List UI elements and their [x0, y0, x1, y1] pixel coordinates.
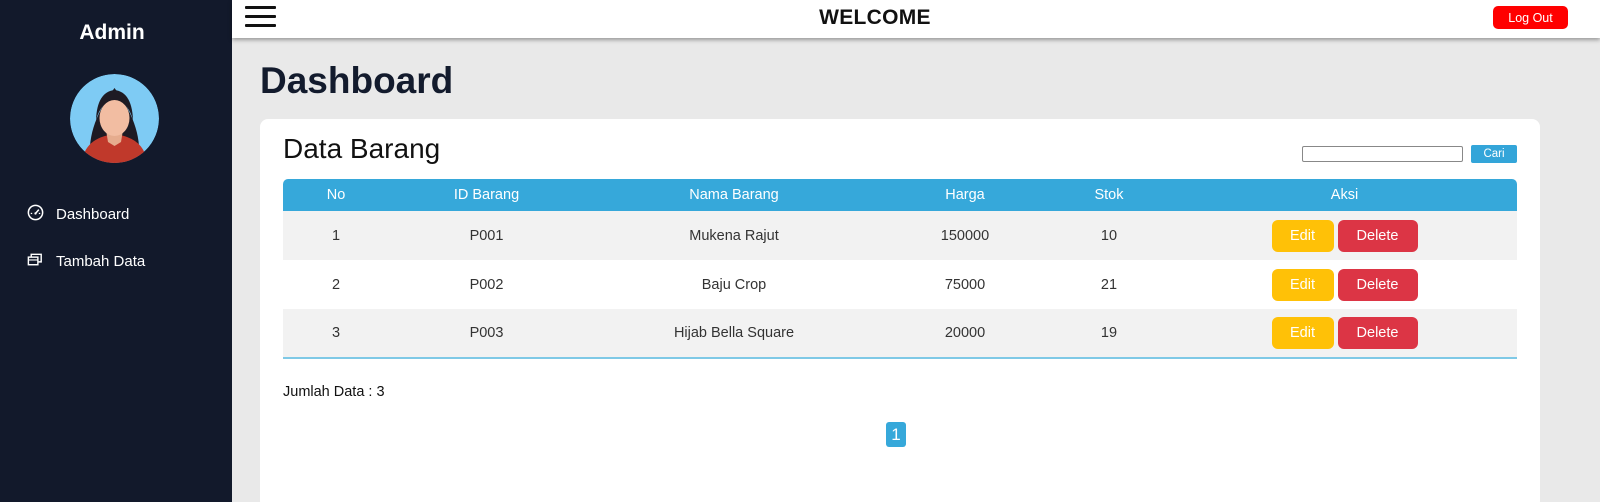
cell-aksi: Edit Delete [1172, 309, 1517, 358]
table-row: 3 P003 Hijab Bella Square 20000 19 Edit D… [283, 309, 1517, 358]
cell-harga: 75000 [944, 276, 986, 293]
delete-button[interactable]: Delete [1337, 317, 1418, 349]
sidebar-item-tambah-data[interactable]: Tambah Data [26, 250, 145, 273]
cell-harga: 20000 [944, 325, 986, 341]
sidebar-title: Admin [79, 21, 145, 44]
column-header-id: ID Barang [453, 187, 520, 203]
sidebar-item-dashboard[interactable]: Dashboard [26, 203, 129, 226]
column-header-aksi: Aksi [1330, 187, 1359, 203]
cell-no: 3 [331, 325, 341, 341]
data-table: No ID Barang Nama Barang Harga Stok Aksi… [283, 179, 1517, 359]
cell-name: Baju Crop [701, 276, 767, 293]
column-header-stok: Stok [1094, 187, 1124, 203]
edit-button[interactable]: Edit [1271, 317, 1334, 349]
sidebar-item-label: Tambah Data [56, 253, 146, 270]
avatar [70, 74, 159, 163]
cell-aksi: Edit Delete [1172, 211, 1517, 260]
table-row: 2 P002 Baju Crop 75000 21 Edit Delete [283, 260, 1517, 309]
search-input[interactable] [1302, 146, 1463, 162]
cell-name: Mukena Rajut [689, 227, 779, 244]
boxes-icon [26, 250, 45, 273]
cell-no: 2 [331, 276, 341, 293]
column-header-no: No [326, 187, 346, 203]
column-header-harga: Harga [945, 187, 985, 203]
delete-button[interactable]: Delete [1337, 268, 1418, 301]
edit-button[interactable]: Edit [1271, 219, 1334, 252]
cell-stok: 10 [1100, 227, 1118, 244]
delete-button[interactable]: Delete [1337, 219, 1418, 252]
sidebar: Admin Dashboard Tambah Data [0, 0, 232, 502]
column-header-name: Nama Barang [689, 187, 779, 203]
cell-no: 1 [331, 227, 341, 244]
table-header-row: No ID Barang Nama Barang Harga Stok Aksi [283, 179, 1517, 211]
gauge-icon [26, 203, 45, 226]
cell-harga: 150000 [940, 227, 990, 244]
logout-button[interactable]: Log Out [1493, 6, 1568, 29]
cell-stok: 19 [1100, 325, 1118, 341]
topbar: WELCOME Log Out [232, 0, 1600, 38]
data-count: Jumlah Data : 3 [283, 384, 385, 400]
cell-id: P002 [469, 276, 504, 293]
cell-name: Hijab Bella Square [673, 325, 795, 341]
search-button[interactable]: Cari [1471, 145, 1517, 163]
pagination-page-1[interactable]: 1 [886, 422, 906, 447]
sidebar-item-label: Dashboard [56, 206, 130, 223]
data-card: Data Barang Cari No ID Barang Nama Baran… [260, 119, 1540, 502]
cell-id: P003 [469, 325, 504, 341]
cell-id: P001 [469, 227, 504, 244]
cell-aksi: Edit Delete [1172, 260, 1517, 309]
card-title: Data Barang [283, 133, 441, 164]
page-title: Dashboard [260, 60, 454, 101]
cell-stok: 21 [1100, 276, 1118, 293]
edit-button[interactable]: Edit [1271, 268, 1334, 301]
welcome-title: WELCOME [819, 6, 931, 29]
table-row: 1 P001 Mukena Rajut 150000 10 Edit Delete [283, 211, 1517, 260]
